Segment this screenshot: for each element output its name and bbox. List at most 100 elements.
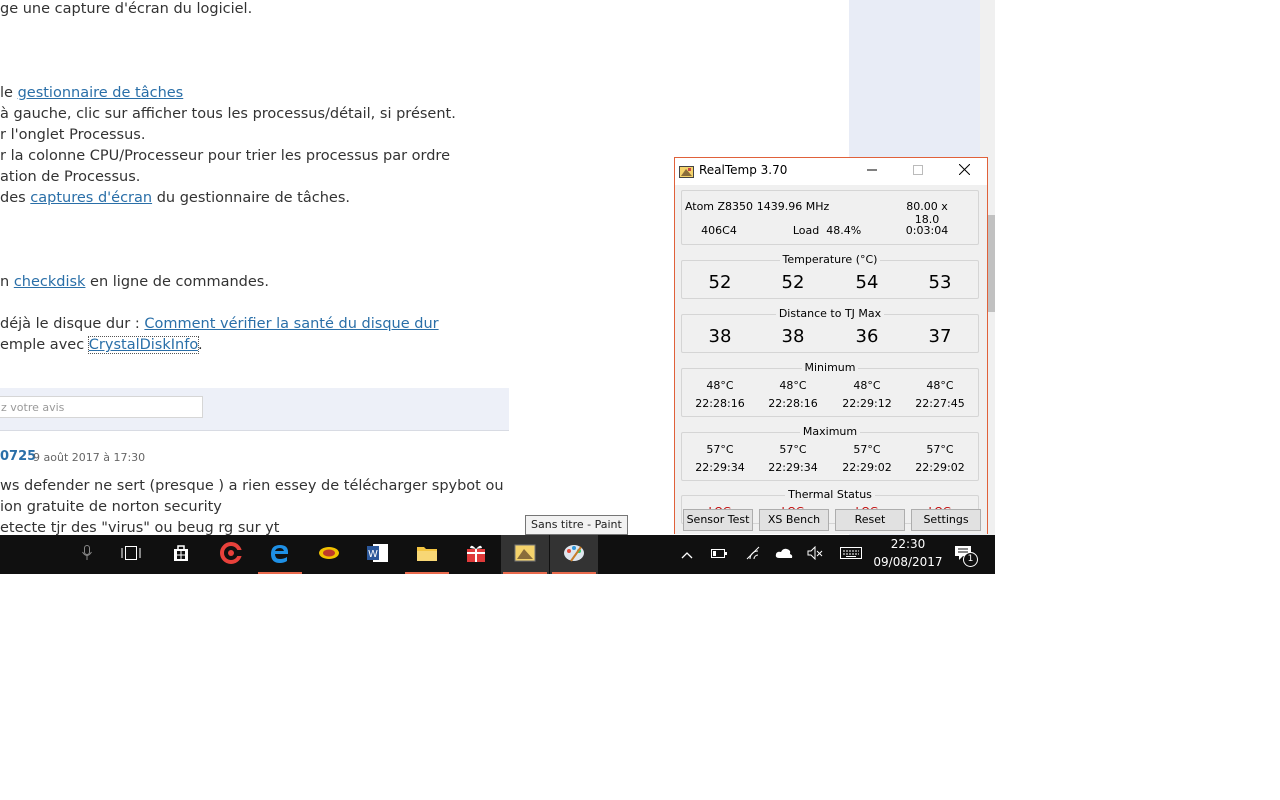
comment-date: 9 août 2017 à 17:30	[33, 451, 146, 464]
task-manager-link[interactable]: gestionnaire de tâches	[18, 85, 184, 101]
minimize-icon	[867, 163, 877, 179]
article-line: ation de Processus.	[0, 169, 141, 185]
max-temp: 57°C	[853, 443, 881, 456]
checkdisk-link[interactable]: checkdisk	[14, 274, 86, 290]
comment-input[interactable]: z votre avis	[0, 396, 203, 418]
ccleaner-button[interactable]	[207, 535, 255, 574]
comment-line: ion gratuite de norton security	[0, 499, 222, 515]
core-distance: 37	[928, 326, 952, 347]
article-line: emple avec CrystalDiskInfo.	[0, 336, 203, 354]
minimize-button[interactable]	[849, 158, 895, 184]
network-tray-button[interactable]	[742, 535, 764, 574]
word-button[interactable]: W	[354, 535, 402, 574]
disk-health-link[interactable]: Comment vérifier la santé du disque dur	[144, 316, 438, 332]
store-bag-icon	[171, 543, 191, 567]
article-line: n checkdisk en ligne de commandes.	[0, 274, 269, 290]
maximize-button[interactable]	[895, 158, 941, 184]
scrollbar-thumb[interactable]	[987, 215, 995, 312]
close-button[interactable]	[941, 158, 987, 184]
max-time: 22:29:34	[695, 461, 745, 474]
max-time: 22:29:02	[842, 461, 892, 474]
min-temp: 48°C	[779, 379, 807, 392]
min-temp: 48°C	[706, 379, 734, 392]
minimum-group: Minimum 48°C 48°C 48°C 48°C 22:28:16 22:…	[681, 361, 979, 417]
core-temperature: 53	[928, 272, 952, 293]
taskbar-tooltip: Sans titre - Paint	[525, 515, 628, 535]
touch-keyboard-button[interactable]	[838, 535, 864, 574]
max-time: 22:29:34	[768, 461, 818, 474]
task-view-button[interactable]	[107, 535, 155, 574]
max-time: 22:29:02	[915, 461, 965, 474]
uptime: 0:03:04	[905, 224, 949, 237]
volume-tray-button[interactable]	[804, 535, 826, 574]
core-temperature: 52	[781, 272, 805, 293]
svg-text:W: W	[368, 549, 378, 560]
cpuid: 406C4	[701, 224, 737, 237]
group-label: Distance to TJ Max	[775, 307, 885, 320]
article-line: des captures d'écran du gestionnaire de …	[0, 190, 350, 206]
action-center-button[interactable]: 1	[950, 535, 978, 574]
chevron-up-icon	[681, 548, 693, 562]
paint-taskbar-button[interactable]	[550, 535, 598, 574]
article-line: r l'onglet Processus.	[0, 127, 146, 143]
realtemp-body: Atom Z8350 1439.96 MHz 80.00 x 18.0 406C…	[675, 185, 987, 534]
cpu-multiplier: 80.00 x 18.0	[906, 200, 948, 226]
active-indicator	[503, 572, 547, 574]
gift-icon	[466, 543, 486, 567]
core-temperature: 52	[708, 272, 732, 293]
title-bar[interactable]: RealTemp 3.70	[675, 158, 987, 184]
realtemp-app-icon	[679, 164, 694, 183]
battery-tray-button[interactable]	[709, 535, 729, 574]
volume-muted-icon	[807, 545, 823, 563]
min-temp: 48°C	[853, 379, 881, 392]
app-button[interactable]	[305, 535, 353, 574]
article-line: ge une capture d'écran du logiciel.	[0, 1, 253, 17]
article-line: r la colonne CPU/Processeur pour trier l…	[0, 148, 450, 164]
cpu-info-group: Atom Z8350 1439.96 MHz 80.00 x 18.0 406C…	[681, 190, 979, 245]
settings-button[interactable]: Settings	[911, 509, 981, 531]
comment-line: etecte tjr des "virus" ou beug rg sur yt	[0, 520, 280, 535]
xs-bench-button[interactable]: XS Bench	[759, 509, 829, 531]
edge-browser-button[interactable]	[256, 535, 304, 574]
realtemp-taskbar-button[interactable]	[501, 535, 549, 574]
folder-icon	[416, 544, 438, 566]
microphone-icon	[82, 544, 92, 565]
crystaldiskinfo-link[interactable]: CrystalDiskInfo	[87, 336, 199, 354]
article-line: le gestionnaire de tâches	[0, 85, 184, 101]
group-label: Minimum	[801, 361, 859, 374]
notification-icon: 1	[954, 545, 978, 567]
realtemp-icon	[514, 543, 536, 567]
article-line: à gauche, clic sur afficher tous les pro…	[0, 106, 456, 122]
cloud-icon	[775, 547, 793, 562]
taskbar-clock[interactable]: 22:30 09/08/2017	[868, 535, 948, 574]
max-temp: 57°C	[779, 443, 807, 456]
comment-author[interactable]: 0725	[0, 449, 36, 464]
active-indicator	[405, 572, 449, 574]
onedrive-tray-button[interactable]	[773, 535, 795, 574]
maximize-icon	[913, 163, 923, 179]
max-temp: 57°C	[926, 443, 954, 456]
task-view-icon	[121, 545, 141, 564]
gift-app-button[interactable]	[452, 535, 500, 574]
cpu-frequency: 1439.96 MHz	[756, 200, 830, 213]
distance-group: Distance to TJ Max 38 38 36 37	[681, 307, 979, 353]
realtemp-button-row: Sensor Test XS Bench Reset Settings	[675, 509, 987, 531]
group-label: Thermal Status	[785, 488, 875, 501]
clock-time: 22:30	[890, 537, 926, 551]
store-button[interactable]	[157, 535, 205, 574]
battery-icon	[711, 547, 727, 562]
comment-bar: z votre avis	[0, 388, 509, 431]
screenshots-link[interactable]: captures d'écran	[30, 190, 152, 206]
cpu-load: Load 48.4%	[792, 224, 862, 237]
notification-count: 1	[963, 552, 978, 567]
clock-date: 09/08/2017	[873, 555, 943, 569]
close-icon	[958, 163, 970, 179]
realtemp-window: RealTemp 3.70 Atom Z8350 1439.96 MHz 80.…	[674, 157, 988, 534]
file-explorer-button[interactable]	[403, 535, 451, 574]
show-hidden-icons-button[interactable]	[677, 535, 697, 574]
comment-line: ws defender ne sert (presque ) a rien es…	[0, 478, 504, 494]
sensor-test-button[interactable]: Sensor Test	[683, 509, 753, 531]
reset-button[interactable]: Reset	[835, 509, 905, 531]
min-time: 22:28:16	[695, 397, 745, 410]
cortana-mic-button[interactable]	[63, 535, 111, 574]
